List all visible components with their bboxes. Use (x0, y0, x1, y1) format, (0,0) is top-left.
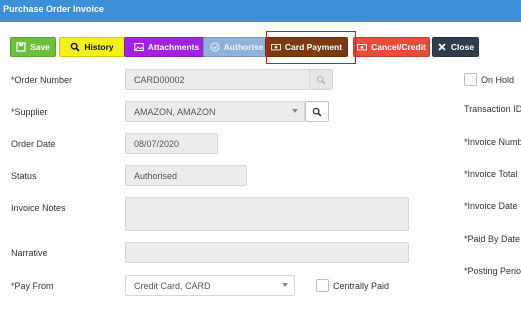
chevron-down-icon (282, 283, 288, 287)
authorise-button[interactable]: Authorise (203, 37, 270, 57)
save-label: Save (30, 42, 50, 52)
save-button[interactable]: Save (10, 37, 56, 57)
status-field: Authorised (125, 165, 247, 186)
status-label: Status (11, 171, 37, 181)
card-payment-highlight (266, 31, 356, 64)
pay-from-value: Credit Card, CARD (134, 280, 211, 291)
invoice-total-label: *Invoice Total (464, 169, 518, 179)
narrative-field[interactable] (125, 242, 409, 263)
history-label: History (84, 42, 114, 52)
attachments-button[interactable]: Attachments (124, 37, 209, 57)
supplier-lookup-button[interactable] (305, 101, 329, 122)
centrally-paid-label: Centrally Paid (333, 281, 390, 291)
history-button[interactable]: History (59, 37, 125, 57)
attachments-label: Attachments (147, 42, 200, 52)
order-number-value: CARD00002 (134, 74, 185, 85)
invoice-date-label: *Invoice Date (464, 201, 518, 211)
narrative-label: Narrative (11, 248, 48, 258)
supplier-select[interactable]: AMAZON, AMAZON (125, 101, 305, 122)
transaction-id-label: Transaction ID (464, 104, 521, 114)
order-number-lookup[interactable] (309, 69, 333, 90)
invoice-notes-textarea[interactable] (125, 197, 409, 231)
search-icon (71, 42, 80, 52)
close-icon (438, 43, 446, 51)
chevron-down-icon (292, 109, 298, 113)
close-button[interactable]: Close (432, 37, 479, 57)
title-bar: Purchase Order Invoice (0, 0, 521, 22)
posting-period-label: *Posting Period (464, 266, 521, 276)
order-date-field[interactable]: 08/07/2020 (125, 133, 218, 154)
order-date-label: Order Date (11, 139, 56, 149)
order-date-value: 08/07/2020 (134, 138, 180, 149)
order-number-label: *Order Number (11, 75, 73, 85)
close-label: Close (450, 42, 475, 52)
image-icon (134, 43, 144, 51)
pay-from-select[interactable]: Credit Card, CARD (125, 275, 295, 296)
status-value: Authorised (134, 170, 178, 181)
supplier-label: *Supplier (11, 107, 48, 117)
on-hold-checkbox[interactable] (464, 73, 477, 86)
on-hold-label: On Hold (481, 75, 515, 85)
money-icon (357, 44, 368, 51)
check-circle-icon (210, 42, 220, 52)
floppy-disk-icon (16, 42, 26, 52)
authorise-label: Authorise (223, 42, 264, 52)
search-icon (316, 75, 326, 84)
pay-from-label: *Pay From (11, 281, 54, 291)
paid-by-date-label: *Paid By Date (464, 234, 521, 244)
cancel-credit-label: Cancel/Credit (371, 42, 426, 52)
search-icon (312, 107, 322, 117)
window-title: Purchase Order Invoice (3, 4, 105, 14)
invoice-notes-label: Invoice Notes (11, 203, 66, 213)
centrally-paid-checkbox[interactable] (316, 279, 329, 292)
order-number-field[interactable]: CARD00002 (125, 69, 310, 90)
cancel-credit-button[interactable]: Cancel/Credit (353, 37, 430, 57)
invoice-number-label: *Invoice Number (464, 137, 521, 147)
supplier-value: AMAZON, AMAZON (134, 106, 216, 117)
